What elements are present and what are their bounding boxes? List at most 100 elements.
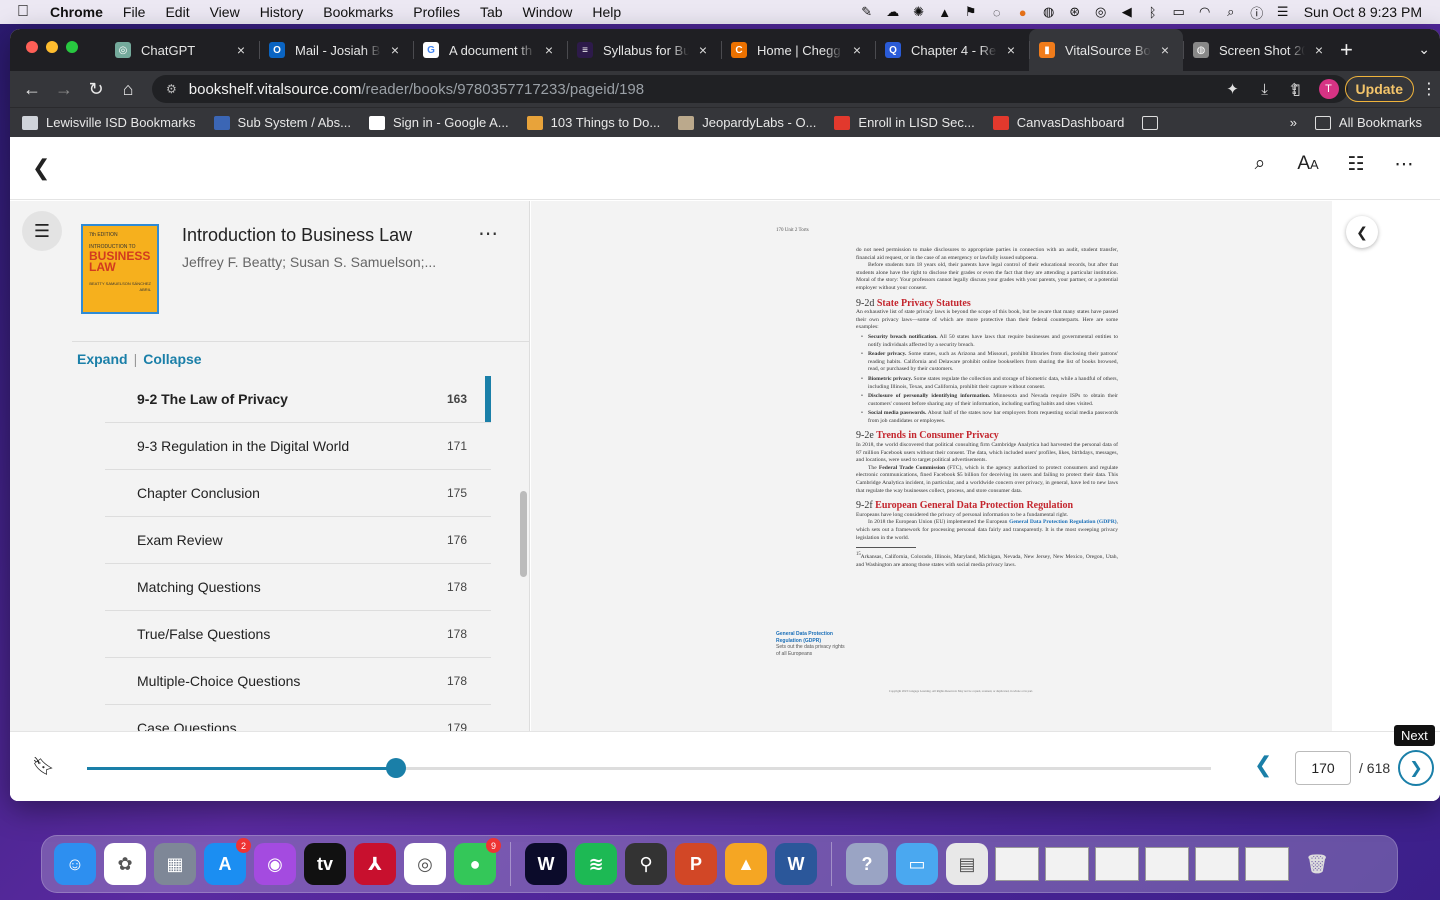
toc-scrollbar[interactable]	[520, 491, 527, 577]
pen-icon[interactable]: ✎	[854, 0, 880, 24]
browser-tab[interactable]: ◎ ChatGPT ×	[105, 29, 259, 71]
downloads-icon[interactable]: ⤓	[1249, 81, 1281, 98]
close-tab-icon[interactable]: ×	[387, 42, 403, 58]
acrobat-icon[interactable]: ⅄	[354, 843, 396, 885]
previous-page-chevron-icon[interactable]: ❮	[1254, 752, 1272, 778]
help-icon[interactable]: ?	[846, 843, 888, 885]
folder-icon[interactable]: ▭	[896, 843, 938, 885]
side-panel-icon[interactable]: ▯	[1281, 80, 1313, 98]
game-icon[interactable]: ⊛	[1062, 0, 1088, 24]
menu-view[interactable]: View	[200, 4, 250, 20]
close-tab-icon[interactable]: ×	[233, 42, 249, 58]
browser-tab[interactable]: O Mail - Josiah B ×	[259, 29, 413, 71]
wifi-icon[interactable]: ◠	[1192, 0, 1218, 24]
browser-tab[interactable]: ◍ Screen Shot 20 ×	[1183, 29, 1337, 71]
profile-avatar[interactable]: T	[1318, 79, 1339, 99]
close-tab-icon[interactable]: ×	[1003, 42, 1019, 58]
minimized-window-thumbnail[interactable]	[1145, 847, 1189, 881]
clock[interactable]: Sun Oct 8 9:23 PM	[1296, 4, 1440, 20]
bookmark-item[interactable]: CanvasDashboard	[992, 115, 1124, 130]
collapse-button[interactable]: Collapse	[143, 351, 201, 367]
apple-menu-icon[interactable]: 	[0, 3, 46, 21]
minimized-window-thumbnail[interactable]	[1195, 847, 1239, 881]
launchpad-icon[interactable]: ▦	[154, 843, 196, 885]
close-tab-icon[interactable]: ×	[1157, 42, 1173, 58]
chrome-icon[interactable]: ◎	[404, 843, 446, 885]
bookmark-item[interactable]: Lewisville ISD Bookmarks	[22, 115, 196, 130]
bookmark-item[interactable]: Enroll in LISD Sec...	[834, 115, 975, 130]
gear-icon[interactable]: ✺	[906, 0, 932, 24]
tab-search-icon[interactable]: ⌄	[1418, 41, 1430, 58]
vpn-icon[interactable]: ◍	[1036, 0, 1062, 24]
slider-thumb[interactable]	[386, 758, 407, 778]
all-bookmarks-button[interactable]: All Bookmarks	[1314, 115, 1422, 130]
toc-menu-icon[interactable]: ☰	[22, 211, 62, 251]
airdrop-icon[interactable]: ◎	[1088, 0, 1114, 24]
keynote-icon[interactable]: ▲	[725, 843, 767, 885]
key-term-link[interactable]: General Data Protection Regulation (GDPR…	[1009, 519, 1117, 525]
toc-item[interactable]: Matching Questions 178	[105, 564, 491, 611]
bookmark-item[interactable]: JeopardyLabs - O...	[678, 115, 816, 130]
toc-item[interactable]: True/False Questions 178	[105, 611, 491, 658]
text-size-icon[interactable]: AA	[1284, 153, 1332, 176]
control-center-icon[interactable]: ☰	[1270, 0, 1296, 24]
search-icon[interactable]: ⌕	[1218, 0, 1244, 24]
bookmark-item[interactable]: 103 Things to Do...	[526, 115, 660, 130]
more-options-icon[interactable]: ⋯	[1380, 153, 1428, 176]
notebook-icon[interactable]: ☷	[1332, 153, 1380, 176]
close-tab-icon[interactable]: ×	[541, 42, 557, 58]
new-tab-button[interactable]: +	[1340, 37, 1353, 63]
menu-help[interactable]: Help	[582, 4, 631, 20]
creative-cloud-icon[interactable]: ☁	[880, 0, 906, 24]
minimized-window-thumbnail[interactable]	[995, 847, 1039, 881]
webex-icon[interactable]: W	[525, 843, 567, 885]
spotify-icon[interactable]: ≋	[575, 843, 617, 885]
site-info-icon[interactable]: ⚙	[166, 82, 177, 96]
orange-app-icon[interactable]: ●	[1010, 0, 1036, 24]
zoom-window-button[interactable]	[66, 41, 78, 53]
powerpoint-icon[interactable]: P	[675, 843, 717, 885]
png-file-icon[interactable]: ▤	[946, 843, 988, 885]
page-progress-slider[interactable]	[87, 758, 1211, 778]
chrome-menu-icon[interactable]: ⋮	[1418, 79, 1440, 99]
bookmarks-overflow-button[interactable]: »	[1290, 115, 1297, 130]
expand-button[interactable]: Expand	[77, 351, 128, 367]
address-bar[interactable]: ⚙ bookshelf.vitalsource.com/reader/books…	[152, 75, 1348, 103]
browser-tab[interactable]: ≡ Syllabus for Bu ×	[567, 29, 721, 71]
minimized-window-thumbnail[interactable]	[1095, 847, 1139, 881]
extensions-icon[interactable]: ✦	[1217, 80, 1249, 98]
finder-icon[interactable]: ☺	[54, 843, 96, 885]
keychain-icon[interactable]: ⚲	[625, 843, 667, 885]
close-tab-icon[interactable]: ×	[1311, 42, 1327, 58]
back-chevron-icon[interactable]: ❮	[32, 155, 50, 181]
menu-tab[interactable]: Tab	[470, 4, 513, 20]
menu-file[interactable]: File	[113, 4, 156, 20]
home-icon[interactable]: ⌂	[112, 79, 144, 100]
browser-tab[interactable]: Q Chapter 4 - Re ×	[875, 29, 1029, 71]
menu-app-name[interactable]: Chrome	[46, 4, 113, 20]
toc-item[interactable]: Multiple-Choice Questions 178	[105, 658, 491, 705]
volume-icon[interactable]: ◀	[1114, 0, 1140, 24]
close-tab-icon[interactable]: ×	[695, 42, 711, 58]
menu-window[interactable]: Window	[513, 4, 583, 20]
page-number-input[interactable]: 170	[1295, 751, 1351, 785]
browser-tab[interactable]: G A document th ×	[413, 29, 567, 71]
podcasts-icon[interactable]: ◉	[254, 843, 296, 885]
menu-bookmarks[interactable]: Bookmarks	[313, 4, 403, 20]
back-arrow-icon[interactable]: ←	[16, 79, 48, 100]
word-icon[interactable]: W	[775, 843, 817, 885]
menu-edit[interactable]: Edit	[155, 4, 199, 20]
bluetooth-icon[interactable]: ᛒ	[1140, 0, 1166, 24]
expand-panel-chevron-icon[interactable]: ❮	[1346, 216, 1378, 248]
battery-icon[interactable]: ▭	[1166, 0, 1192, 24]
reload-icon[interactable]: ↻	[80, 79, 112, 100]
app-store-icon[interactable]: A2	[204, 838, 251, 885]
toc-item[interactable]: 9-2 The Law of Privacy 163	[105, 376, 491, 423]
book-options-icon[interactable]: ⋯	[478, 221, 498, 246]
photos-app-icon[interactable]: ✿	[104, 843, 146, 885]
bookmark-item[interactable]: Sub System / Abs...	[213, 115, 351, 130]
apple-tv-icon[interactable]: tv	[304, 843, 346, 885]
minimize-window-button[interactable]	[46, 41, 58, 53]
menu-history[interactable]: History	[250, 4, 314, 20]
forward-arrow-icon[interactable]: →	[48, 79, 80, 100]
